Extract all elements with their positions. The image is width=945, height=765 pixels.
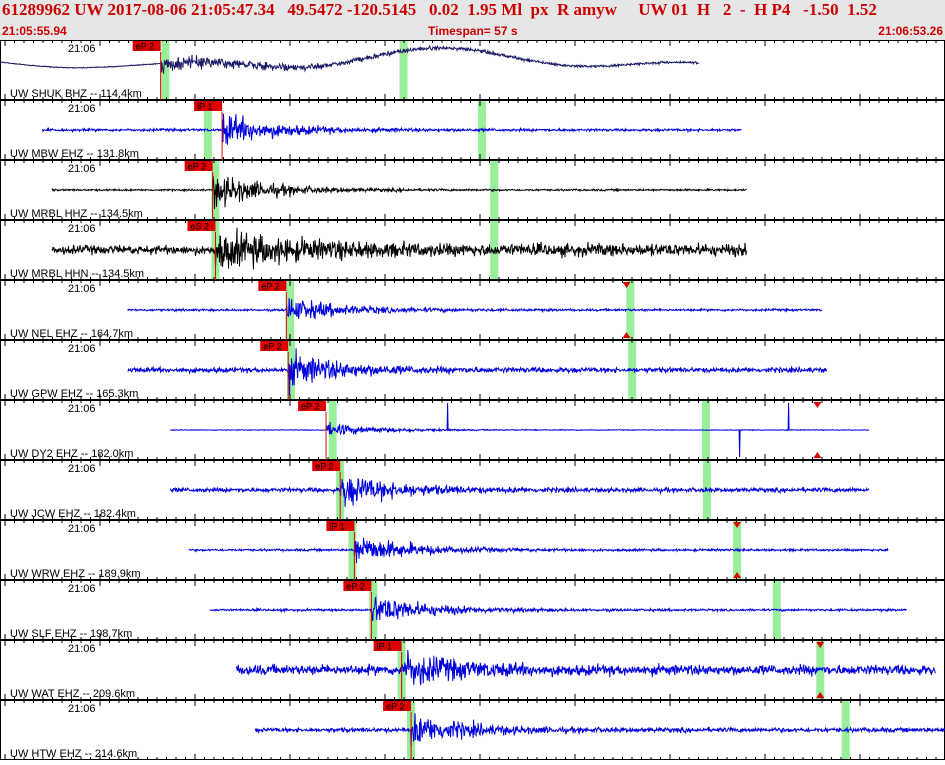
channel-row[interactable]: iP 1 21:06 UW MBW EHZ -- 131.8km <box>0 100 945 160</box>
channel-row[interactable]: eP 2 21:06 UW MRBL HHZ -- 134.5km <box>0 160 945 220</box>
channel-row[interactable]: eS 2 21:06 UW MRBL HHN -- 134.5km <box>0 220 945 280</box>
waveform-trace <box>169 478 870 507</box>
channel-row[interactable]: eP 2 21:06 UW JCW EHZ -- 182.4km <box>0 460 945 520</box>
channel-row[interactable]: eP 2 21:06 UW SLF EHZ -- 198.7km <box>0 580 945 640</box>
channel-station-label: UW GPW EHZ -- 165.3km <box>10 388 138 400</box>
channel-time-label: 21:06 <box>68 43 96 55</box>
waveform-trace <box>188 537 889 564</box>
phase-pick-label[interactable]: eP 2 <box>132 41 161 52</box>
pick-label-text: eP 2 <box>315 462 333 472</box>
channel-row[interactable]: eP 2 21:06 UW HTW EHZ -- 214.6km <box>0 700 945 760</box>
pick-label-text: iP 1 <box>377 642 392 652</box>
phase-pick-label[interactable]: eP 2 <box>260 341 289 352</box>
phase-pick-label[interactable]: eP 2 <box>312 461 341 472</box>
channel-time-label: 21:06 <box>68 223 96 235</box>
channel-time-label: 21:06 <box>68 643 96 655</box>
waveform-trace <box>127 348 828 396</box>
waveform-trace <box>170 402 870 458</box>
channel-time-label: 21:06 <box>68 343 96 355</box>
waveform-trace <box>42 113 742 145</box>
timespan-label: Timespan= 57 s <box>428 24 518 38</box>
channel-time-label: 21:06 <box>68 523 96 535</box>
channel-station-label: UW DY2 EHZ -- 182.0km <box>10 448 133 460</box>
pick-label-text: iP 1 <box>197 102 212 112</box>
channel-station-label: UW SLF EHZ -- 198.7km <box>10 628 132 640</box>
channel-time-label: 21:06 <box>68 103 96 115</box>
channel-station-label: UW MRBL HHZ -- 134.5km <box>10 208 143 220</box>
waveform-trace <box>209 595 907 622</box>
channel-station-label: UW WRW EHZ -- 189.9km <box>10 568 141 580</box>
pick-label-text: eP 2 <box>301 402 319 412</box>
phase-pick-label[interactable]: eP 2 <box>258 281 287 292</box>
channel-station-label: UW SHUK BHZ -- 114.4km <box>10 88 142 100</box>
arrival-arrow-icon[interactable] <box>813 452 822 458</box>
pick-label-text: eS 2 <box>190 222 209 232</box>
phase-pick-label[interactable]: eP 2 <box>343 581 372 592</box>
channel-station-label: UW JCW EHZ -- 182.4km <box>10 508 136 520</box>
channel-row[interactable]: eP 2 21:06 UW SHUK BHZ -- 114.4km <box>0 40 945 100</box>
waveform-trace <box>254 713 945 747</box>
pick-label-text: eP 2 <box>346 582 364 592</box>
waveform-trace <box>0 44 700 74</box>
phase-pick-label[interactable]: eP 2 <box>298 401 327 412</box>
waveform-canvas[interactable]: eP 2 21:06 UW SHUK BHZ -- 114.4km iP 1 21:06… <box>0 40 945 760</box>
seismogram-panel[interactable]: eP 2 21:06 UW SHUK BHZ -- 114.4km iP 1 21:06… <box>0 40 945 760</box>
channel-row[interactable]: eP 2 21:06 UW NEL EHZ -- 164.7km <box>0 280 945 340</box>
phase-pick-label[interactable]: iP 1 <box>194 101 223 112</box>
arrival-arrow-icon[interactable] <box>813 402 822 408</box>
pick-label-text: iP 1 <box>329 522 344 532</box>
phase-pick-label[interactable]: iP 1 <box>326 521 355 532</box>
pick-label-text: eP 2 <box>136 42 154 52</box>
end-time-label: 21:06:53.26 <box>878 24 943 38</box>
channel-station-label: UW MBW EHZ -- 131.8km <box>10 148 139 160</box>
phase-pick-label[interactable]: eP 2 <box>184 161 213 172</box>
channel-time-label: 21:06 <box>68 583 96 595</box>
waveform-trace <box>127 298 823 320</box>
pick-label-text: eP 2 <box>386 702 404 712</box>
channel-station-label: UW NEL EHZ -- 164.7km <box>10 328 133 340</box>
channel-row[interactable]: eP 2 21:06 UW GPW EHZ -- 165.3km <box>0 340 945 400</box>
channel-time-label: 21:06 <box>68 403 96 415</box>
channel-station-label: UW WAT EHZ -- 209.6km <box>10 688 135 700</box>
channel-time-label: 21:06 <box>68 163 96 175</box>
channel-time-label: 21:06 <box>68 703 96 715</box>
waveform-trace <box>51 227 747 270</box>
channel-row[interactable]: eP 2 21:06 UW DY2 EHZ -- 182.0km <box>0 400 945 460</box>
phase-pick-label[interactable]: eP 2 <box>383 701 412 712</box>
channel-time-label: 21:06 <box>68 283 96 295</box>
pick-label-text: eP 2 <box>188 162 206 172</box>
channel-row[interactable]: iP 1 21:06 UW WAT EHZ -- 209.6km <box>0 640 945 700</box>
pick-window[interactable] <box>161 41 170 99</box>
channel-station-label: UW HTW EHZ -- 214.6km <box>10 748 137 760</box>
channel-row[interactable]: iP 1 21:06 UW WRW EHZ -- 189.9km <box>0 520 945 580</box>
pick-label-text: eP 2 <box>261 282 279 292</box>
channel-station-label: UW MRBL HHN -- 134.5km <box>10 268 144 280</box>
channel-time-label: 21:06 <box>68 463 96 475</box>
pick-label-text: eP 2 <box>263 342 281 352</box>
event-summary-title: 61289962 UW 2017-08-06 21:05:47.34 49.54… <box>2 0 877 19</box>
waveform-trace <box>51 175 747 209</box>
header-bar: 61289962 UW 2017-08-06 21:05:47.34 49.54… <box>0 0 945 40</box>
waveform-trace <box>235 649 936 686</box>
phase-pick-label[interactable]: iP 1 <box>373 641 402 652</box>
start-time-label: 21:05:55.94 <box>2 24 67 38</box>
phase-pick-label[interactable]: eS 2 <box>187 221 216 232</box>
